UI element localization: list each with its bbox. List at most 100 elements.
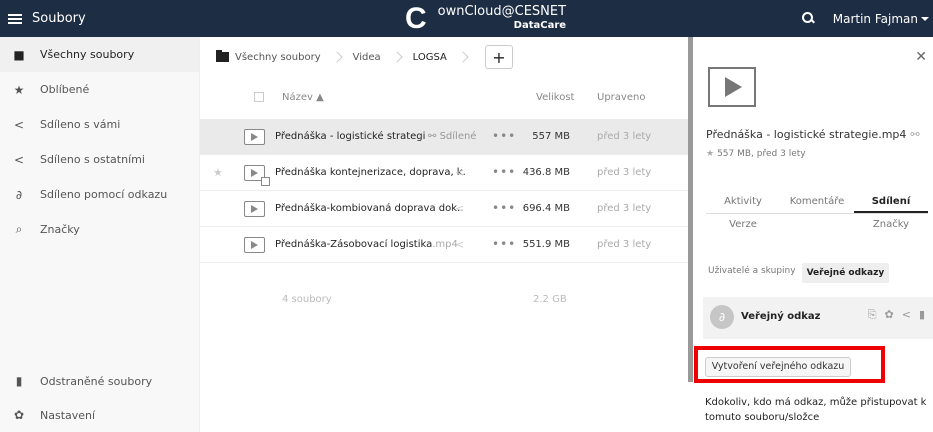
sidebar-item-label: Sdíleno pomocí odkazu xyxy=(40,188,168,201)
public-link-note: Kdokoliv, kdo má odkaz, může přistupovat… xyxy=(705,397,927,423)
caret-down-icon[interactable] xyxy=(921,17,929,21)
details-tabs: Aktivity Komentáře Sdílení Verze Značky xyxy=(706,192,928,236)
share-icon[interactable]: < xyxy=(902,308,911,322)
tab-tags[interactable]: Značky xyxy=(854,214,928,236)
more-actions-icon[interactable]: ••• xyxy=(492,237,516,251)
share-status[interactable]: ⚯ Sdílené xyxy=(428,131,476,142)
more-actions-icon[interactable]: ••• xyxy=(492,165,516,179)
details-filename-text: Přednáška - logistické strategie.mp4 xyxy=(706,128,907,141)
star-icon: ★ xyxy=(13,82,25,97)
details-meta: ★ 557 MB, před 3 lety xyxy=(706,149,806,159)
file-size: 557 MB xyxy=(532,131,570,142)
share-icon: < xyxy=(13,152,25,167)
column-modified[interactable]: Upraveno xyxy=(597,92,645,103)
video-file-icon[interactable] xyxy=(244,201,265,217)
share-subtabs: Uživatelé a skupiny Veřejné odkazy xyxy=(706,263,890,283)
close-icon[interactable]: ✕ xyxy=(915,49,927,65)
brand-name: ownCloud@CESNET xyxy=(437,4,567,19)
column-name[interactable]: Název ▲ xyxy=(282,92,324,103)
sidebar-item-tags[interactable]: ⌕ Značky xyxy=(0,212,199,247)
header-right: Martin Fajman xyxy=(801,0,929,37)
breadcrumb-label[interactable]: Všechny soubory xyxy=(235,52,321,63)
breadcrumb-label[interactable]: Videa xyxy=(353,52,381,63)
owncloud-logo: C xyxy=(405,1,427,35)
file-name[interactable]: Přednáška - logistické strategi xyxy=(275,131,425,142)
trash-icon[interactable]: ▮ xyxy=(919,308,925,322)
app-menu[interactable]: Soubory xyxy=(8,0,86,37)
sidebar-item-deleted-files[interactable]: ▮ Odstraněné soubory xyxy=(0,364,200,398)
link-icon[interactable]: ⚯ xyxy=(910,128,919,141)
top-header: Soubory C ownCloud@CESNET DataCare Marti… xyxy=(0,0,933,37)
star-icon[interactable]: ★ xyxy=(213,166,223,179)
sidebar-item-shared-by-link[interactable]: ∂ Sdíleno pomocí odkazu xyxy=(0,177,199,212)
video-file-icon[interactable] xyxy=(244,129,265,145)
breadcrumb-videa[interactable]: Videa xyxy=(353,52,391,63)
table-row[interactable]: ★ Přednáška kontejnerizace, doprava, k. … xyxy=(200,155,690,191)
file-modified: před 3 lety xyxy=(597,203,652,214)
file-name[interactable]: Přednáška-Zásobovací logistika.mp4 xyxy=(275,239,458,250)
public-link-entry: ∂ Veřejný odkaz ⎘ ✿ < ▮ xyxy=(703,297,933,339)
share-icon[interactable]: < xyxy=(455,238,464,251)
video-file-icon[interactable] xyxy=(244,237,265,253)
details-meta-text: 557 MB, před 3 lety xyxy=(717,149,806,159)
tab-public-links[interactable]: Veřejné odkazy xyxy=(801,263,890,283)
file-name[interactable]: Přednáška kontejnerizace, doprava, k. xyxy=(275,167,466,178)
video-file-icon[interactable] xyxy=(244,165,270,186)
breadcrumb-logsa[interactable]: LOGSA xyxy=(413,52,457,63)
table-row[interactable]: Přednáška-Zásobovací logistika.mp4 < •••… xyxy=(200,227,690,263)
video-thumbnail-icon xyxy=(708,67,756,107)
share-icon[interactable]: < xyxy=(455,166,464,179)
star-icon[interactable]: ★ xyxy=(706,149,714,159)
share-label[interactable]: Sdílené xyxy=(440,131,477,142)
share-icon[interactable]: < xyxy=(455,202,464,215)
tab-versions[interactable]: Verze xyxy=(706,214,780,236)
link-avatar-icon: ∂ xyxy=(710,305,734,329)
sidebar-item-label: Nastavení xyxy=(40,408,96,422)
folder-icon: ■ xyxy=(13,47,25,62)
file-modified: před 3 lety xyxy=(597,239,652,250)
copy-icon[interactable]: ⎘ xyxy=(868,308,877,322)
sidebar-item-label: Sdíleno s vámi xyxy=(40,118,121,131)
table-row[interactable]: Přednáška-kombiovaná doprava dok.. < •••… xyxy=(200,191,690,227)
sidebar: ■ Všechny soubory ★ Oblíbené < Sdíleno s vá… xyxy=(0,37,200,432)
more-actions-icon[interactable]: ••• xyxy=(492,201,516,215)
user-menu[interactable]: Martin Fajman xyxy=(833,12,929,26)
breadcrumb-separator xyxy=(391,51,403,63)
column-size[interactable]: Velikost xyxy=(536,92,574,103)
sidebar-item-shared-with-you[interactable]: < Sdíleno s vámi xyxy=(0,107,199,142)
file-modified: před 3 lety xyxy=(597,167,652,178)
link-icon: ∂ xyxy=(15,187,23,202)
tab-sharing[interactable]: Sdílení xyxy=(854,192,928,213)
file-name[interactable]: Přednáška-kombiovaná doprava dok.. xyxy=(275,203,463,214)
app-name[interactable]: Soubory xyxy=(32,11,86,26)
add-new-button[interactable]: + xyxy=(484,45,513,69)
search-icon[interactable] xyxy=(801,12,815,25)
select-all-checkbox[interactable] xyxy=(254,92,264,102)
sidebar-item-label: Odstraněné soubory xyxy=(40,374,153,388)
sidebar-item-label: Sdíleno s ostatními xyxy=(40,153,145,166)
file-basename[interactable]: Přednáška-Zásobovací logistika xyxy=(275,239,432,250)
brand: C ownCloud@CESNET DataCare xyxy=(405,0,566,37)
gear-icon: ✿ xyxy=(13,408,25,422)
file-size: 696.4 MB xyxy=(522,203,570,214)
gear-icon[interactable]: ✿ xyxy=(885,308,894,322)
sidebar-item-all-files[interactable]: ■ Všechny soubory xyxy=(0,37,199,72)
file-count: 4 soubory xyxy=(282,294,332,305)
table-summary: 4 soubory 2.2 GB xyxy=(200,288,690,312)
more-actions-icon[interactable]: ••• xyxy=(492,129,516,143)
user-name[interactable]: Martin Fajman xyxy=(833,12,918,26)
breadcrumb-home[interactable]: Všechny soubory xyxy=(216,50,331,63)
tab-activities[interactable]: Aktivity xyxy=(706,192,780,213)
create-public-link-button[interactable]: Vytvoření veřejného odkazu xyxy=(705,357,851,377)
tag-icon: ⌕ xyxy=(15,222,23,236)
tab-comments[interactable]: Komentáře xyxy=(780,192,854,213)
trash-icon: ▮ xyxy=(15,374,23,388)
breadcrumb-label[interactable]: LOGSA xyxy=(413,52,447,63)
sidebar-item-shared-with-others[interactable]: < Sdíleno s ostatními xyxy=(0,142,199,177)
sidebar-item-favorites[interactable]: ★ Oblíbené xyxy=(0,72,199,107)
sidebar-item-settings[interactable]: ✿ Nastavení xyxy=(0,398,200,432)
table-header: Název ▲ Velikost Upraveno xyxy=(200,77,690,117)
tab-users-groups[interactable]: Uživatelé a skupiny xyxy=(706,263,798,283)
hamburger-icon[interactable] xyxy=(8,13,22,24)
table-row[interactable]: Přednáška - logistické strategi ⚯ Sdílen… xyxy=(200,119,690,155)
